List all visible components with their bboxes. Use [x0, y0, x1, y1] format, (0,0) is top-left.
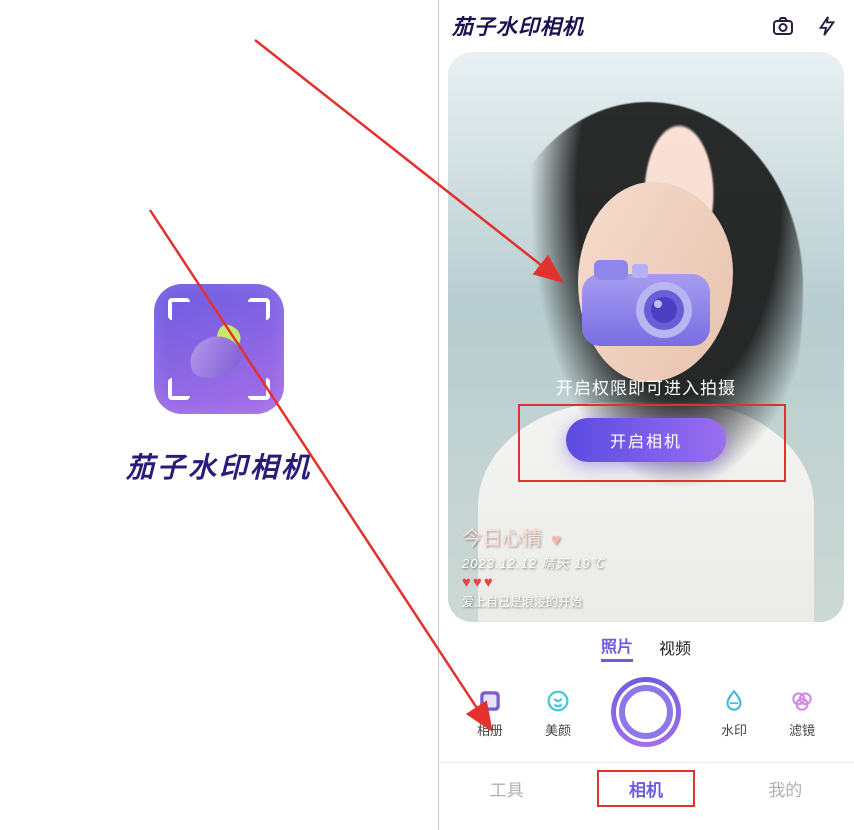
heart-icon: ♥ [551, 532, 561, 549]
album-label: 相册 [477, 720, 503, 739]
filter-label: 滤镜 [789, 720, 815, 739]
album-button[interactable]: 相册 [475, 686, 505, 739]
camera-switch-icon[interactable] [770, 13, 796, 39]
watermark-caption: 爱上自己是浪浸的开始 [462, 593, 605, 610]
header: 茄子水印相机 [438, 0, 854, 52]
app-icon [154, 284, 284, 414]
app-name-label: 茄子水印相机 [126, 446, 312, 486]
filter-button[interactable]: 滤镜 [787, 686, 817, 739]
camera-graphic-icon [576, 252, 716, 352]
beauty-button[interactable]: 美颜 [543, 686, 573, 739]
nav-tools[interactable]: 工具 [460, 772, 554, 805]
filter-icon [787, 686, 817, 716]
nav-mine[interactable]: 我的 [738, 772, 832, 805]
nav-camera[interactable]: 相机 [597, 770, 695, 807]
watermark-mood-title: 今日心情 [462, 528, 542, 550]
camera-preview: 开启权限即可进入拍摄 开启相机 今日心情 ♥ 2023.12.12 晴天 19℃… [448, 52, 844, 622]
beauty-icon [543, 686, 573, 716]
permission-text: 开启权限即可进入拍摄 [448, 374, 844, 399]
app-screen: 茄子水印相机 [438, 0, 854, 830]
enable-camera-button[interactable]: 开启相机 [566, 418, 726, 462]
mode-tabs: 照片 视频 [438, 622, 854, 662]
shutter-button[interactable] [611, 677, 681, 747]
watermark-overlay: 今日心情 ♥ 2023.12.12 晴天 19℃ ♥♥♥ 爱上自己是浪浸的开始 [462, 522, 605, 610]
watermark-button[interactable]: 水印 [719, 686, 749, 739]
beauty-label: 美颜 [545, 720, 571, 739]
panel-divider [438, 0, 439, 830]
header-title: 茄子水印相机 [452, 11, 584, 41]
watermark-label: 水印 [721, 720, 747, 739]
tab-video[interactable]: 视频 [659, 635, 691, 659]
tab-photo[interactable]: 照片 [601, 633, 633, 662]
flash-icon[interactable] [814, 13, 840, 39]
tool-row: 相册 美颜 水印 滤镜 [438, 662, 854, 762]
album-icon [475, 686, 505, 716]
watermark-date: 2023.12.12 晴天 19℃ [462, 553, 605, 572]
water-drop-icon [719, 686, 749, 716]
eggplant-icon [189, 322, 249, 377]
hearts-row-icon: ♥♥♥ [462, 574, 605, 591]
bottom-nav: 工具 相机 我的 [438, 762, 854, 814]
left-panel: 茄子水印相机 [0, 0, 438, 830]
